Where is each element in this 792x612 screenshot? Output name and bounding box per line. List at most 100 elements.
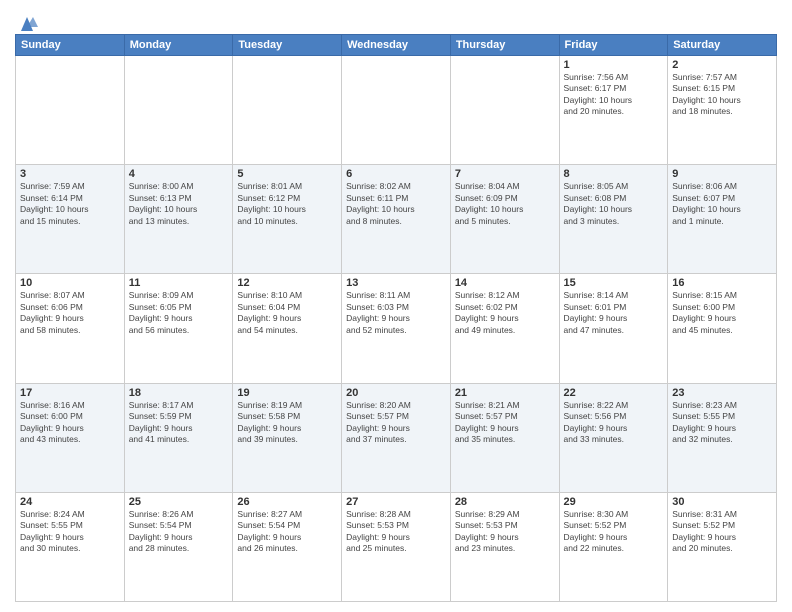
- logo: [15, 10, 38, 28]
- calendar-cell: 12Sunrise: 8:10 AM Sunset: 6:04 PM Dayli…: [233, 274, 342, 383]
- weekday-header: Wednesday: [342, 35, 451, 56]
- weekday-header: Monday: [124, 35, 233, 56]
- day-number: 9: [672, 168, 772, 180]
- weekday-header-row: SundayMondayTuesdayWednesdayThursdayFrid…: [16, 35, 777, 56]
- page: SundayMondayTuesdayWednesdayThursdayFrid…: [0, 0, 792, 612]
- calendar-cell: [450, 56, 559, 165]
- calendar-table: SundayMondayTuesdayWednesdayThursdayFrid…: [15, 34, 777, 602]
- day-info: Sunrise: 8:20 AM Sunset: 5:57 PM Dayligh…: [346, 400, 446, 446]
- calendar-cell: 5Sunrise: 8:01 AM Sunset: 6:12 PM Daylig…: [233, 165, 342, 274]
- calendar-cell: 3Sunrise: 7:59 AM Sunset: 6:14 PM Daylig…: [16, 165, 125, 274]
- day-info: Sunrise: 8:01 AM Sunset: 6:12 PM Dayligh…: [237, 181, 337, 227]
- day-number: 19: [237, 387, 337, 399]
- day-info: Sunrise: 7:57 AM Sunset: 6:15 PM Dayligh…: [672, 72, 772, 118]
- calendar-week-row: 1Sunrise: 7:56 AM Sunset: 6:17 PM Daylig…: [16, 56, 777, 165]
- day-info: Sunrise: 8:29 AM Sunset: 5:53 PM Dayligh…: [455, 509, 555, 555]
- calendar-cell: 28Sunrise: 8:29 AM Sunset: 5:53 PM Dayli…: [450, 492, 559, 601]
- day-info: Sunrise: 8:27 AM Sunset: 5:54 PM Dayligh…: [237, 509, 337, 555]
- day-info: Sunrise: 7:56 AM Sunset: 6:17 PM Dayligh…: [564, 72, 664, 118]
- calendar-cell: 8Sunrise: 8:05 AM Sunset: 6:08 PM Daylig…: [559, 165, 668, 274]
- day-info: Sunrise: 8:23 AM Sunset: 5:55 PM Dayligh…: [672, 400, 772, 446]
- day-number: 11: [129, 277, 229, 289]
- calendar-cell: 16Sunrise: 8:15 AM Sunset: 6:00 PM Dayli…: [668, 274, 777, 383]
- day-info: Sunrise: 8:17 AM Sunset: 5:59 PM Dayligh…: [129, 400, 229, 446]
- day-number: 24: [20, 496, 120, 508]
- day-info: Sunrise: 8:04 AM Sunset: 6:09 PM Dayligh…: [455, 181, 555, 227]
- day-info: Sunrise: 8:31 AM Sunset: 5:52 PM Dayligh…: [672, 509, 772, 555]
- day-number: 22: [564, 387, 664, 399]
- day-number: 20: [346, 387, 446, 399]
- day-info: Sunrise: 8:10 AM Sunset: 6:04 PM Dayligh…: [237, 290, 337, 336]
- calendar-cell: 4Sunrise: 8:00 AM Sunset: 6:13 PM Daylig…: [124, 165, 233, 274]
- calendar-cell: 24Sunrise: 8:24 AM Sunset: 5:55 PM Dayli…: [16, 492, 125, 601]
- day-number: 3: [20, 168, 120, 180]
- day-info: Sunrise: 8:05 AM Sunset: 6:08 PM Dayligh…: [564, 181, 664, 227]
- calendar-cell: 7Sunrise: 8:04 AM Sunset: 6:09 PM Daylig…: [450, 165, 559, 274]
- calendar-cell: 17Sunrise: 8:16 AM Sunset: 6:00 PM Dayli…: [16, 383, 125, 492]
- day-info: Sunrise: 8:30 AM Sunset: 5:52 PM Dayligh…: [564, 509, 664, 555]
- day-number: 17: [20, 387, 120, 399]
- calendar-cell: 13Sunrise: 8:11 AM Sunset: 6:03 PM Dayli…: [342, 274, 451, 383]
- day-number: 13: [346, 277, 446, 289]
- day-info: Sunrise: 8:15 AM Sunset: 6:00 PM Dayligh…: [672, 290, 772, 336]
- day-number: 2: [672, 59, 772, 71]
- day-info: Sunrise: 8:28 AM Sunset: 5:53 PM Dayligh…: [346, 509, 446, 555]
- day-number: 12: [237, 277, 337, 289]
- day-number: 7: [455, 168, 555, 180]
- day-info: Sunrise: 8:24 AM Sunset: 5:55 PM Dayligh…: [20, 509, 120, 555]
- calendar-cell: 1Sunrise: 7:56 AM Sunset: 6:17 PM Daylig…: [559, 56, 668, 165]
- day-info: Sunrise: 8:07 AM Sunset: 6:06 PM Dayligh…: [20, 290, 120, 336]
- calendar-cell: 30Sunrise: 8:31 AM Sunset: 5:52 PM Dayli…: [668, 492, 777, 601]
- day-info: Sunrise: 8:06 AM Sunset: 6:07 PM Dayligh…: [672, 181, 772, 227]
- calendar-cell: 9Sunrise: 8:06 AM Sunset: 6:07 PM Daylig…: [668, 165, 777, 274]
- day-number: 18: [129, 387, 229, 399]
- calendar-cell: 21Sunrise: 8:21 AM Sunset: 5:57 PM Dayli…: [450, 383, 559, 492]
- weekday-header: Saturday: [668, 35, 777, 56]
- logo-icon: [16, 13, 38, 31]
- day-info: Sunrise: 8:14 AM Sunset: 6:01 PM Dayligh…: [564, 290, 664, 336]
- calendar-cell: 18Sunrise: 8:17 AM Sunset: 5:59 PM Dayli…: [124, 383, 233, 492]
- day-info: Sunrise: 8:12 AM Sunset: 6:02 PM Dayligh…: [455, 290, 555, 336]
- day-info: Sunrise: 8:19 AM Sunset: 5:58 PM Dayligh…: [237, 400, 337, 446]
- weekday-header: Sunday: [16, 35, 125, 56]
- day-info: Sunrise: 8:21 AM Sunset: 5:57 PM Dayligh…: [455, 400, 555, 446]
- calendar-cell: 25Sunrise: 8:26 AM Sunset: 5:54 PM Dayli…: [124, 492, 233, 601]
- calendar-week-row: 3Sunrise: 7:59 AM Sunset: 6:14 PM Daylig…: [16, 165, 777, 274]
- calendar-cell: 27Sunrise: 8:28 AM Sunset: 5:53 PM Dayli…: [342, 492, 451, 601]
- calendar-cell: 15Sunrise: 8:14 AM Sunset: 6:01 PM Dayli…: [559, 274, 668, 383]
- calendar-cell: 20Sunrise: 8:20 AM Sunset: 5:57 PM Dayli…: [342, 383, 451, 492]
- calendar-cell: 11Sunrise: 8:09 AM Sunset: 6:05 PM Dayli…: [124, 274, 233, 383]
- calendar-cell: 22Sunrise: 8:22 AM Sunset: 5:56 PM Dayli…: [559, 383, 668, 492]
- weekday-header: Tuesday: [233, 35, 342, 56]
- calendar-cell: 19Sunrise: 8:19 AM Sunset: 5:58 PM Dayli…: [233, 383, 342, 492]
- day-number: 28: [455, 496, 555, 508]
- day-number: 26: [237, 496, 337, 508]
- day-info: Sunrise: 8:11 AM Sunset: 6:03 PM Dayligh…: [346, 290, 446, 336]
- day-number: 5: [237, 168, 337, 180]
- calendar-cell: 14Sunrise: 8:12 AM Sunset: 6:02 PM Dayli…: [450, 274, 559, 383]
- day-info: Sunrise: 7:59 AM Sunset: 6:14 PM Dayligh…: [20, 181, 120, 227]
- day-info: Sunrise: 8:00 AM Sunset: 6:13 PM Dayligh…: [129, 181, 229, 227]
- calendar-cell: 23Sunrise: 8:23 AM Sunset: 5:55 PM Dayli…: [668, 383, 777, 492]
- day-number: 1: [564, 59, 664, 71]
- calendar-cell: [342, 56, 451, 165]
- day-number: 6: [346, 168, 446, 180]
- day-number: 23: [672, 387, 772, 399]
- day-info: Sunrise: 8:26 AM Sunset: 5:54 PM Dayligh…: [129, 509, 229, 555]
- calendar-cell: 10Sunrise: 8:07 AM Sunset: 6:06 PM Dayli…: [16, 274, 125, 383]
- day-number: 21: [455, 387, 555, 399]
- calendar-week-row: 17Sunrise: 8:16 AM Sunset: 6:00 PM Dayli…: [16, 383, 777, 492]
- calendar-week-row: 10Sunrise: 8:07 AM Sunset: 6:06 PM Dayli…: [16, 274, 777, 383]
- calendar-cell: 2Sunrise: 7:57 AM Sunset: 6:15 PM Daylig…: [668, 56, 777, 165]
- day-number: 8: [564, 168, 664, 180]
- calendar-cell: [124, 56, 233, 165]
- day-info: Sunrise: 8:16 AM Sunset: 6:00 PM Dayligh…: [20, 400, 120, 446]
- day-info: Sunrise: 8:22 AM Sunset: 5:56 PM Dayligh…: [564, 400, 664, 446]
- weekday-header: Thursday: [450, 35, 559, 56]
- header: [15, 10, 777, 28]
- calendar-cell: 26Sunrise: 8:27 AM Sunset: 5:54 PM Dayli…: [233, 492, 342, 601]
- day-info: Sunrise: 8:09 AM Sunset: 6:05 PM Dayligh…: [129, 290, 229, 336]
- calendar-cell: [233, 56, 342, 165]
- calendar-cell: 29Sunrise: 8:30 AM Sunset: 5:52 PM Dayli…: [559, 492, 668, 601]
- day-number: 27: [346, 496, 446, 508]
